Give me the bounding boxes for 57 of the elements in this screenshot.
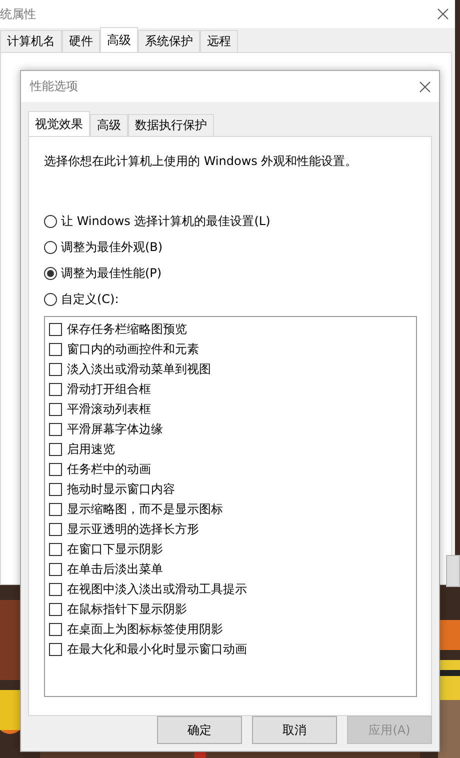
tab[interactable]: 视觉效果 [28, 111, 90, 136]
checkbox[interactable] [49, 342, 62, 356]
radio-label[interactable]: 调整为最佳性能(P) [61, 264, 162, 282]
radio-label[interactable]: 自定义(C): [61, 290, 119, 308]
dialog-button[interactable]: 取消 [252, 716, 337, 744]
checkbox-label[interactable]: 在窗口下显示阴影 [67, 540, 163, 558]
description-text: 选择你想在此计算机上使用的 Windows 外观和性能设置。 [44, 153, 358, 170]
checkbox-label[interactable]: 在桌面上为图标标签使用阴影 [67, 620, 223, 638]
checkbox[interactable] [49, 402, 62, 416]
checkbox[interactable] [49, 562, 62, 576]
tab[interactable]: 系统保护 [138, 30, 200, 52]
radio-label[interactable]: 让 Windows 选择计算机的最佳设置(L) [61, 212, 270, 230]
checkbox[interactable] [49, 462, 62, 476]
dialog-title: 性能选项 [30, 78, 78, 95]
checkbox[interactable] [49, 542, 62, 556]
checkbox-label[interactable]: 拖动时显示窗口内容 [67, 480, 175, 498]
tab[interactable]: 远程 [200, 30, 238, 52]
dialog-button[interactable]: 确定 [157, 716, 242, 744]
checkbox-label[interactable]: 在视图中淡入淡出或滑动工具提示 [67, 580, 247, 598]
checkbox[interactable] [49, 642, 62, 656]
checkbox-label[interactable]: 窗口内的动画控件和元素 [67, 340, 199, 358]
tab[interactable]: 高级 [90, 114, 128, 136]
radio-button[interactable] [44, 292, 57, 306]
checkbox-label[interactable]: 在最大化和最小化时显示窗口动画 [67, 640, 247, 658]
checkbox[interactable] [49, 422, 62, 436]
checkbox-label[interactable]: 平滑屏幕字体边缘 [67, 420, 163, 438]
checkbox-label[interactable]: 在鼠标指针下显示阴影 [67, 600, 187, 618]
checkbox-label[interactable]: 在单击后淡出菜单 [67, 560, 163, 578]
checkbox[interactable] [49, 382, 62, 396]
checkbox[interactable] [49, 622, 62, 636]
radio-button[interactable] [44, 214, 57, 228]
close-icon[interactable] [419, 80, 431, 92]
checkbox[interactable] [49, 602, 62, 616]
checkbox[interactable] [49, 582, 62, 596]
tab[interactable]: 硬件 [62, 30, 100, 52]
checkbox-label[interactable]: 淡入淡出或滑动菜单到视图 [67, 360, 211, 378]
checkbox[interactable] [49, 442, 62, 456]
checkbox-label[interactable]: 平滑滚动列表框 [67, 400, 151, 418]
radio-button[interactable] [44, 266, 57, 280]
checkbox[interactable] [49, 482, 62, 496]
checkbox-label[interactable]: 滑动打开组合框 [67, 380, 151, 398]
tab[interactable]: 高级 [100, 27, 138, 52]
checkbox[interactable] [49, 502, 62, 516]
checkbox[interactable] [49, 522, 62, 536]
window-title: 统属性 [0, 6, 36, 22]
tab[interactable]: 数据执行保护 [128, 114, 214, 136]
checkbox[interactable] [49, 362, 62, 376]
radio-button[interactable] [44, 240, 57, 254]
checkbox-label[interactable]: 显示亚透明的选择长方形 [67, 520, 199, 538]
checkbox-label[interactable]: 启用速览 [67, 440, 115, 458]
checkbox-label[interactable]: 显示缩略图，而不是显示图标 [67, 500, 223, 518]
checkbox-label[interactable]: 任务栏中的动画 [67, 460, 151, 478]
close-icon[interactable] [437, 8, 449, 20]
checkbox-label[interactable]: 保存任务栏缩略图预览 [67, 320, 187, 338]
radio-label[interactable]: 调整为最佳外观(B) [61, 238, 163, 256]
checkbox[interactable] [49, 322, 62, 336]
tab[interactable]: 计算机名 [0, 30, 62, 52]
